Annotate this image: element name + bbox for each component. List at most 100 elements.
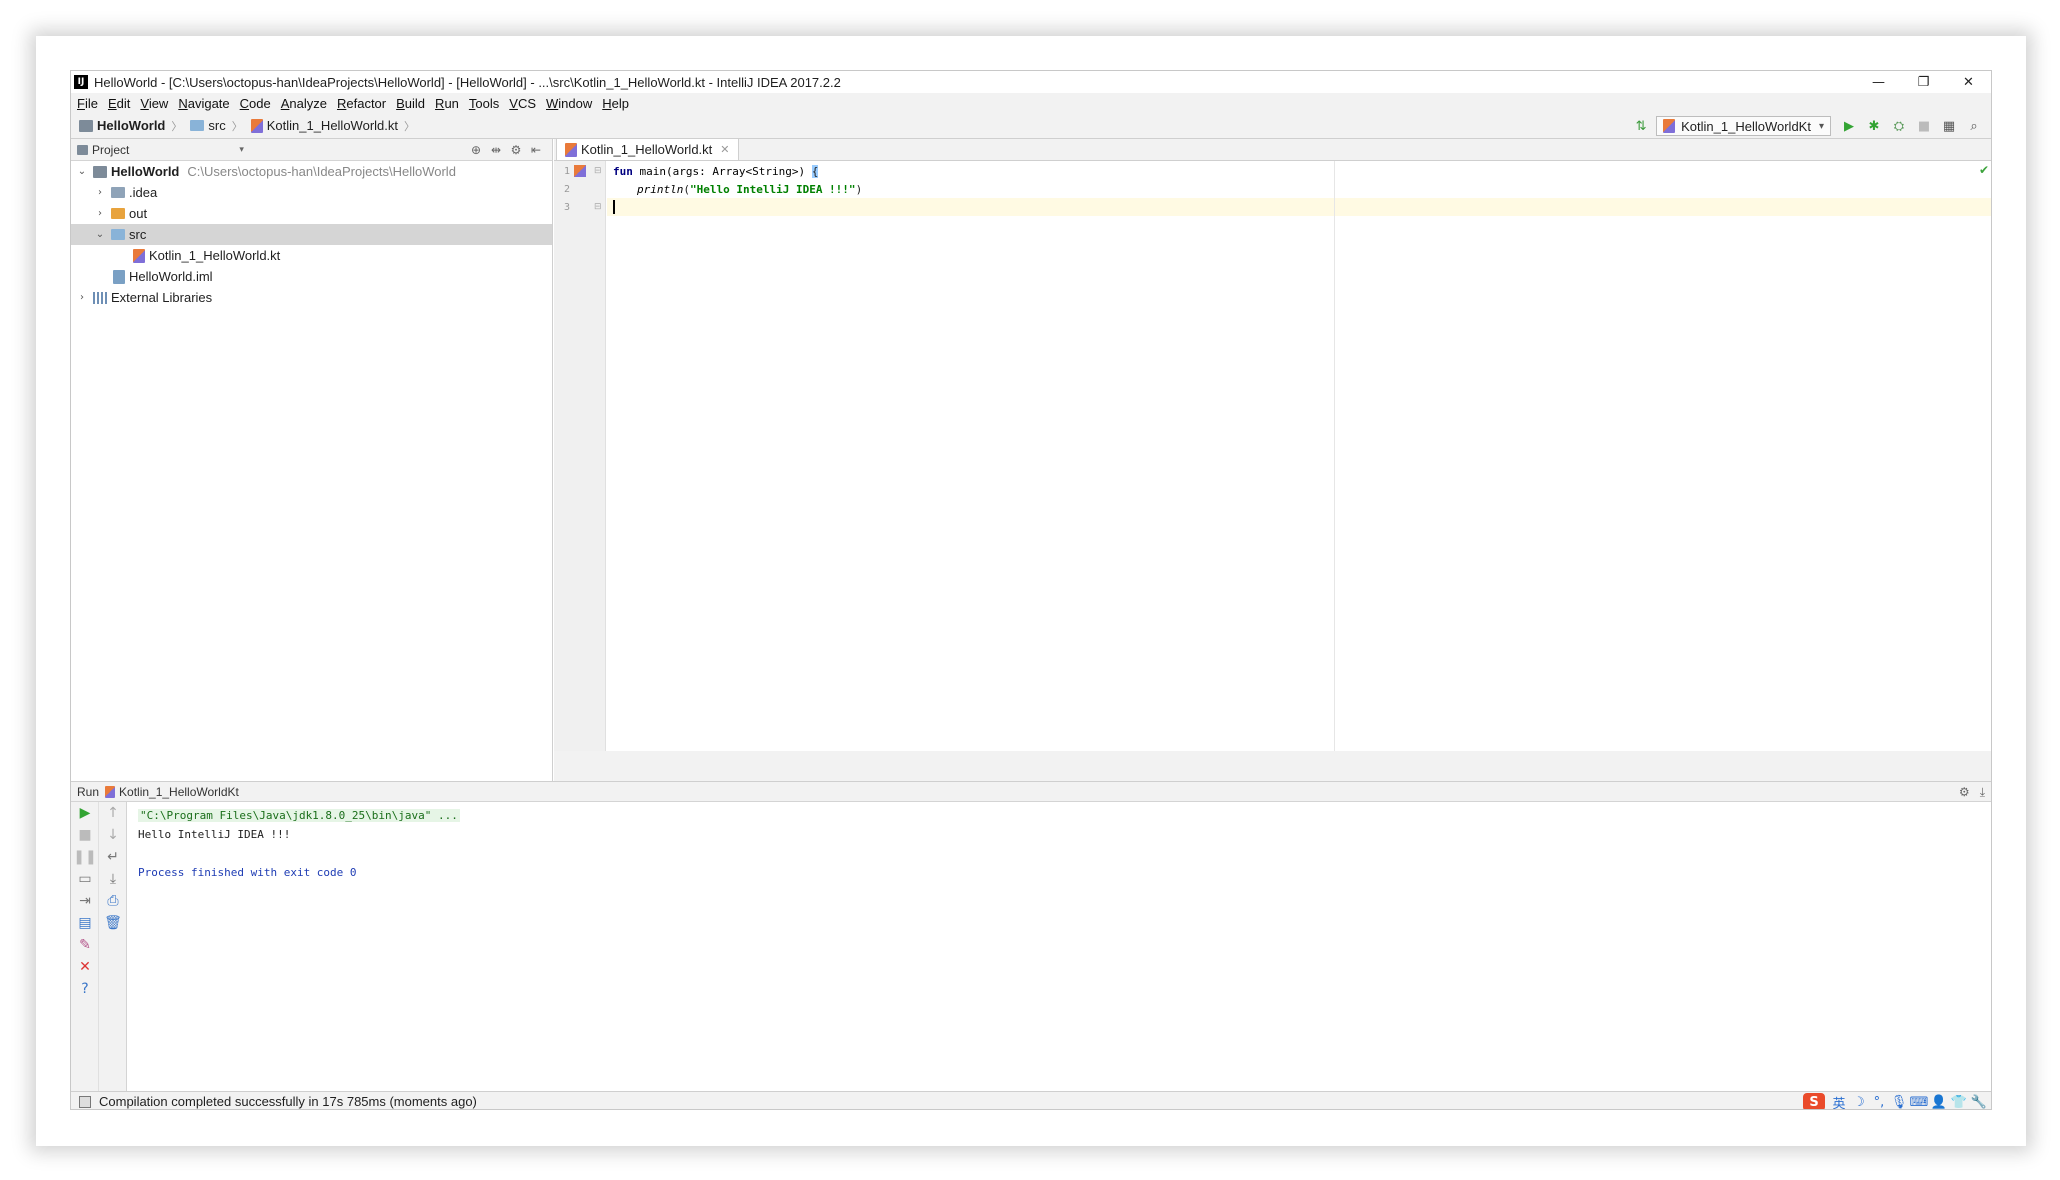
- menu-file[interactable]: File: [73, 96, 102, 111]
- menu-build[interactable]: Build: [392, 96, 429, 111]
- tree-node-project-root[interactable]: ⌄ HelloWorld C:\Users\octopus-han\IdeaPr…: [71, 161, 552, 182]
- source-folder-icon: [111, 229, 125, 240]
- run-tab[interactable]: Kotlin_1_HelloWorldKt: [105, 785, 239, 799]
- tree-node-external-libraries[interactable]: › External Libraries: [71, 287, 552, 308]
- fold-marker-icon[interactable]: ⊟: [594, 166, 602, 176]
- ime-logo-icon[interactable]: S: [1803, 1093, 1825, 1109]
- chevron-down-icon[interactable]: ⌄: [75, 166, 89, 177]
- dump-threads-icon[interactable]: ▭: [71, 868, 99, 890]
- menu-navigate[interactable]: Navigate: [174, 96, 233, 111]
- tree-node-kotlin-file[interactable]: Kotlin_1_HelloWorld.kt: [71, 245, 552, 266]
- shirt-icon[interactable]: 👕: [1949, 1095, 1969, 1110]
- menu-run[interactable]: Run: [431, 96, 463, 111]
- project-panel-tools: ⊕ ⇹ ⚙ ⇤: [466, 139, 546, 161]
- breadcrumb-file[interactable]: Kotlin_1_HelloWorld.kt 〉: [250, 118, 415, 134]
- restore-button[interactable]: ❐: [1901, 71, 1946, 93]
- breadcrumb-project[interactable]: HelloWorld 〉: [79, 118, 182, 134]
- moon-icon[interactable]: ☽: [1849, 1095, 1869, 1110]
- menu-refactor[interactable]: Refactor: [333, 96, 390, 111]
- tree-idea-label: .idea: [129, 185, 158, 200]
- help-icon[interactable]: ?: [71, 978, 99, 1000]
- menu-window[interactable]: Window: [542, 96, 596, 111]
- pause-icon[interactable]: ❚❚: [71, 846, 99, 868]
- keyboard-icon[interactable]: ⌨: [1909, 1095, 1929, 1110]
- user-icon[interactable]: 👤: [1929, 1095, 1949, 1110]
- project-structure-icon[interactable]: ▦: [1938, 116, 1960, 136]
- breadcrumb-src[interactable]: src 〉: [190, 118, 243, 134]
- menu-edit[interactable]: Edit: [104, 96, 134, 111]
- stop-icon[interactable]: ■: [1913, 116, 1935, 136]
- console-output[interactable]: "C:\Program Files\Java\jdk1.8.0_25\bin\j…: [128, 802, 1991, 1092]
- trash-icon[interactable]: 🗑: [99, 912, 127, 934]
- pin-icon[interactable]: ✎: [71, 934, 99, 956]
- menu-view[interactable]: View: [136, 96, 172, 111]
- current-line-highlight: [607, 198, 1991, 216]
- soft-wrap-icon[interactable]: ↵: [99, 846, 127, 868]
- scroll-from-source-icon[interactable]: ⊕: [466, 143, 486, 157]
- run-header-tools: ⚙ ⤓: [1959, 782, 1985, 802]
- menu-bar: File Edit View Navigate Code Analyze Ref…: [71, 93, 1991, 113]
- ime-language[interactable]: 英: [1829, 1093, 1849, 1110]
- tool-windows-toggle-icon[interactable]: [79, 1095, 91, 1108]
- minimize-button[interactable]: —: [1856, 71, 1901, 93]
- project-folder-icon: [79, 119, 93, 132]
- line-number: 2: [563, 184, 570, 195]
- tree-node-out[interactable]: › out: [71, 203, 552, 224]
- line-number: 3: [563, 202, 570, 213]
- gear-icon[interactable]: ⚙: [1959, 785, 1970, 799]
- punctuation-icon[interactable]: °,: [1869, 1095, 1889, 1110]
- signature-token: main(args: Array<String>): [632, 164, 812, 178]
- debug-icon[interactable]: ✱: [1863, 116, 1885, 136]
- menu-vcs[interactable]: VCS: [505, 96, 540, 111]
- status-bar: Compilation completed successfully in 17…: [71, 1091, 1991, 1110]
- stop-icon[interactable]: ■: [71, 824, 99, 846]
- wrench-icon[interactable]: 🔧: [1969, 1095, 1989, 1110]
- tree-node-iml-file[interactable]: HelloWorld.iml: [71, 266, 552, 287]
- run-icon[interactable]: ▶: [1838, 116, 1860, 136]
- chevron-right-icon[interactable]: ›: [75, 292, 89, 303]
- chevron-right-icon[interactable]: ›: [93, 208, 107, 219]
- restore-layout-icon[interactable]: ▤: [71, 912, 99, 934]
- run-toolbar: ⇅ Kotlin_1_HelloWorldKt ▾ ▶ ✱ ⛭ ■ ▦ ⌕: [1627, 113, 1985, 139]
- right-margin-guide: [1334, 161, 1335, 751]
- intellij-app-icon: IJ: [74, 75, 88, 89]
- vcs-update-icon[interactable]: ⇅: [1630, 116, 1652, 136]
- coverage-icon[interactable]: ⛭: [1888, 116, 1910, 136]
- chevron-right-icon[interactable]: ›: [93, 187, 107, 198]
- scroll-to-end-icon[interactable]: ⤓: [99, 868, 127, 890]
- exit-icon[interactable]: ⇥: [71, 890, 99, 912]
- close-icon[interactable]: ✕: [71, 956, 99, 978]
- string-token: "Hello IntelliJ IDEA !!!": [689, 182, 856, 196]
- menu-code[interactable]: Code: [236, 96, 275, 111]
- function-call-token: println: [637, 182, 684, 196]
- close-tab-icon[interactable]: ✕: [720, 143, 729, 156]
- arrow-down-icon[interactable]: ↓: [99, 824, 127, 846]
- fold-marker-icon[interactable]: ⊟: [594, 202, 602, 212]
- close-button[interactable]: ✕: [1946, 71, 1991, 93]
- microphone-icon[interactable]: 🎙: [1889, 1095, 1909, 1110]
- print-icon[interactable]: ⎙: [99, 890, 127, 912]
- arrow-up-icon[interactable]: ↑: [99, 802, 127, 824]
- rerun-icon[interactable]: ▶: [71, 802, 99, 824]
- code-editor[interactable]: fun main(args: Array<String>) { println(…: [607, 161, 1991, 751]
- chevron-down-icon[interactable]: ⌄: [93, 229, 107, 240]
- tree-node-idea[interactable]: › .idea: [71, 182, 552, 203]
- editor-area: Kotlin_1_HelloWorld.kt ✕ 1 2 3 ⊟ ⊟ fun m…: [554, 138, 1991, 751]
- hide-panel-icon[interactable]: ⤓: [1980, 785, 1985, 800]
- editor-tab-kotlin-file[interactable]: Kotlin_1_HelloWorld.kt ✕: [556, 138, 739, 160]
- project-view-selector[interactable]: Project ▾: [77, 143, 244, 157]
- editor-tab-label: Kotlin_1_HelloWorld.kt: [581, 142, 713, 157]
- menu-analyze[interactable]: Analyze: [277, 96, 331, 111]
- menu-help[interactable]: Help: [598, 96, 633, 111]
- hide-panel-icon[interactable]: ⇤: [526, 143, 546, 157]
- tree-out-label: out: [129, 206, 148, 221]
- run-configuration-select[interactable]: Kotlin_1_HelloWorldKt ▾: [1656, 116, 1831, 136]
- tree-node-src[interactable]: ⌄ src: [71, 224, 552, 245]
- gear-icon[interactable]: ⚙: [506, 143, 526, 157]
- search-icon[interactable]: ⌕: [1963, 116, 1985, 136]
- tree-src-label: src: [129, 227, 147, 242]
- run-gutter-icon[interactable]: [574, 165, 586, 177]
- menu-tools[interactable]: Tools: [465, 96, 503, 111]
- collapse-all-icon[interactable]: ⇹: [486, 143, 506, 157]
